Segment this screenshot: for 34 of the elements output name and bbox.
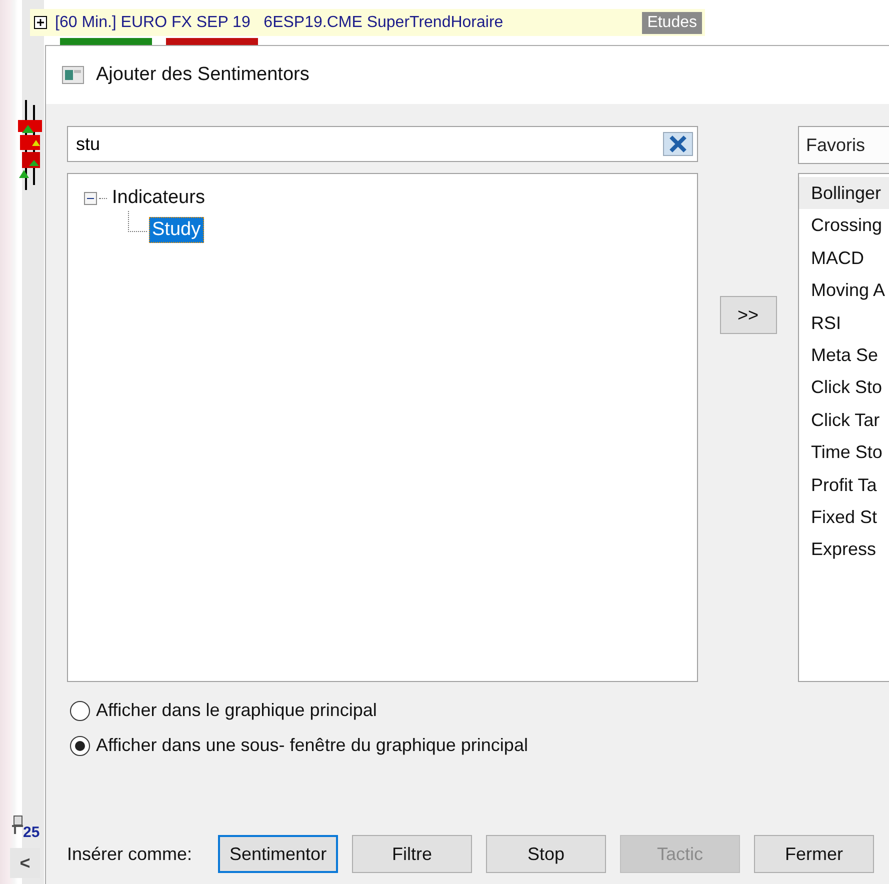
favorite-item[interactable]: RSI: [799, 306, 889, 339]
radio-label[interactable]: Afficher dans une sous- fenêtre du graphique principal: [96, 735, 528, 756]
favorite-item[interactable]: Profit Ta: [799, 468, 889, 501]
favorites-header: Favoris: [798, 126, 889, 164]
favorite-item[interactable]: MACD: [799, 242, 889, 274]
favorite-item[interactable]: Meta Se: [799, 338, 889, 372]
favorite-item[interactable]: Bollinger: [799, 177, 889, 210]
tree-item[interactable]: Study: [149, 217, 204, 243]
window-title: Ajouter des Sentimentors: [96, 64, 310, 86]
insert-button[interactable]: Stop: [486, 835, 606, 873]
insert-button[interactable]: Filtre: [352, 835, 472, 873]
favorite-item[interactable]: Express: [799, 533, 889, 566]
favorite-item[interactable]: Moving A: [799, 274, 889, 307]
favorite-item[interactable]: Click Sto: [799, 371, 889, 404]
radio-label[interactable]: Afficher dans le graphique principal: [96, 700, 377, 721]
insert-button[interactable]: Fermer: [754, 835, 874, 873]
pin-icon: [11, 815, 24, 835]
insert-button[interactable]: Sentimentor: [218, 835, 338, 873]
axis-label: 25: [23, 824, 40, 841]
radio-button[interactable]: [70, 736, 90, 756]
favorite-item[interactable]: Time Sto: [799, 436, 889, 469]
favorite-item[interactable]: Fixed St: [799, 500, 889, 534]
add-to-favorites-button[interactable]: >>: [720, 296, 776, 334]
favorite-item[interactable]: Crossing: [799, 209, 889, 242]
search-field[interactable]: stu: [67, 126, 698, 162]
chart-title: [60 Min.] EURO FX SEP 19 6ESP19.CME SuperTrendHoraire: [55, 14, 504, 32]
window-icon: [62, 66, 84, 84]
insert-as-label: Insérer comme:: [67, 844, 192, 864]
radio-button[interactable]: [70, 700, 90, 720]
favorite-item[interactable]: Click Tar: [799, 404, 889, 436]
expand-icon[interactable]: [34, 16, 47, 29]
tree-item[interactable]: Indicateurs: [109, 185, 208, 211]
clear-icon[interactable]: [663, 132, 693, 156]
collapse-icon[interactable]: [84, 192, 97, 204]
